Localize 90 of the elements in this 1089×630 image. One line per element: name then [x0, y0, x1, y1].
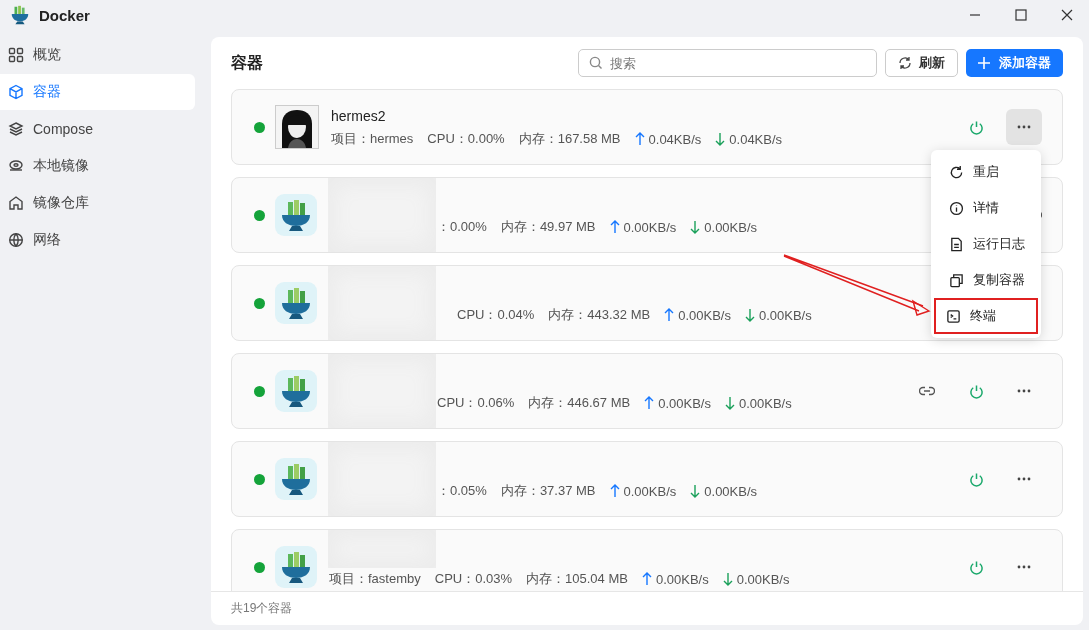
app-logo-icon [9, 4, 31, 26]
stat-text: CPU：0.06% [437, 394, 515, 412]
close-icon[interactable] [1061, 9, 1073, 21]
download-arrow-icon [690, 220, 701, 234]
container-card[interactable]: CPU：0.06% 内存：446.67 MB 0.00KB/s 0.00KB/s [231, 353, 1063, 429]
terminal-icon [946, 308, 961, 324]
stat-text: CPU：0.03% [434, 570, 513, 588]
cube-icon [8, 84, 24, 100]
sidebar-item[interactable]: 概览 [0, 37, 195, 73]
upload-arrow-icon [609, 484, 620, 498]
stat-text: ：0.00% [437, 218, 487, 236]
stat-text: 内存：105.04 MB [526, 570, 628, 588]
stat-text: 项目：hermes [331, 130, 414, 148]
search-field[interactable]: 搜索 [578, 49, 877, 77]
link-icon[interactable] [919, 386, 935, 396]
app-icon [275, 282, 317, 324]
info-icon [949, 200, 964, 216]
menu-item[interactable]: 复制容器 [934, 262, 1038, 298]
upload-rate: 0.04KB/s [648, 131, 702, 147]
stat-text: 内存：49.97 MB [500, 218, 596, 236]
upload-arrow-icon [644, 396, 655, 410]
app-icon [275, 458, 317, 500]
upload-arrow-icon [664, 308, 675, 322]
power-icon[interactable] [969, 383, 984, 399]
power-icon[interactable] [969, 559, 984, 575]
sidebar-item[interactable]: 本地镜像 [0, 148, 195, 184]
refresh-icon [898, 56, 912, 70]
sidebar-item[interactable]: 容器 [0, 74, 195, 110]
disk-icon [8, 158, 24, 174]
upload-rate: 0.00KB/s [623, 483, 677, 499]
download-rate: 0.00KB/s [736, 571, 790, 587]
stat-text: 内存：443.32 MB [548, 306, 651, 324]
sidebar-item[interactable]: 镜像仓库 [0, 185, 195, 221]
stat-text: CPU：0.04% [457, 306, 535, 324]
download-rate: 0.04KB/s [729, 131, 783, 147]
power-icon[interactable] [969, 471, 984, 487]
menu-item[interactable]: 终端 [934, 298, 1038, 334]
container-card[interactable]: ：0.05% 内存：37.37 MB 0.00KB/s 0.00KB/s [231, 441, 1063, 517]
download-rate: 0.00KB/s [738, 395, 792, 411]
download-rate: 0.00KB/s [758, 307, 812, 323]
upload-rate: 0.00KB/s [655, 571, 709, 587]
app-icon [275, 194, 317, 236]
restart-icon [949, 164, 964, 180]
menu-item[interactable]: 详情 [934, 190, 1038, 226]
download-arrow-icon [722, 572, 733, 586]
download-rate: 0.00KB/s [704, 483, 758, 499]
window-title: Docker [39, 6, 90, 24]
upload-rate: 0.00KB/s [678, 307, 731, 323]
app-icon [275, 370, 317, 412]
add-container-button[interactable]: 添加容器 [966, 49, 1063, 77]
refresh-button[interactable]: 刷新 [885, 49, 958, 77]
download-arrow-icon [690, 484, 701, 498]
copy-icon [949, 272, 964, 288]
stat-text: 内存：446.67 MB [528, 394, 631, 412]
download-arrow-icon [724, 396, 735, 410]
more-icon [1017, 125, 1031, 129]
download-arrow-icon [744, 308, 755, 322]
container-card[interactable]: hermes2 项目：hermes CPU：0.00% 内存：167.58 MB 0.04KB/s 0.04KB/s [231, 89, 1063, 165]
power-icon[interactable] [969, 119, 984, 135]
stat-text: 内存：167.58 MB [518, 130, 621, 148]
maximize-icon[interactable] [1015, 9, 1027, 21]
upload-rate: 0.00KB/s [658, 395, 711, 411]
more-icon [1017, 477, 1031, 481]
plus-icon [978, 57, 990, 69]
download-arrow-icon [715, 132, 726, 146]
more-button[interactable] [1006, 109, 1042, 145]
stat-text: ：0.05% [437, 482, 487, 500]
stat-text: CPU：0.00% [427, 130, 505, 148]
stat-text: 内存：37.37 MB [500, 482, 596, 500]
search-icon [589, 56, 603, 70]
app-icon [275, 546, 317, 588]
sidebar-item[interactable]: 网络 [0, 222, 195, 258]
upload-arrow-icon [634, 132, 645, 146]
container-count: 共19个容器 [231, 600, 293, 617]
layers-icon [8, 121, 24, 137]
upload-rate: 0.00KB/s [623, 219, 677, 235]
upload-arrow-icon [641, 572, 652, 586]
upload-arrow-icon [609, 220, 620, 234]
page-title: 容器 [231, 52, 263, 73]
download-rate: 0.00KB/s [704, 219, 758, 235]
container-name: hermes2 [331, 107, 387, 126]
globe-icon [8, 232, 24, 248]
sidebar-item[interactable]: Compose [0, 111, 195, 147]
more-icon [1017, 565, 1031, 569]
grid-icon [8, 47, 24, 63]
container-card[interactable]: 项目：fastemby CPU：0.03% 内存：105.04 MB 0.00KB/s 0.00KB/s [231, 529, 1063, 591]
stat-text: 项目：fastemby [329, 570, 421, 588]
doc-icon [949, 236, 964, 252]
more-icon [1017, 389, 1031, 393]
home-icon [8, 195, 24, 211]
